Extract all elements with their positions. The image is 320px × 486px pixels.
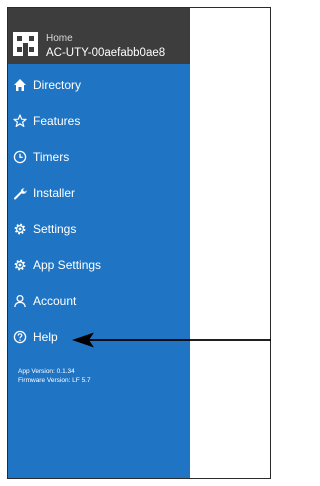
side-menu: Home AC-UTY-00aefabb0ae8 Directory Featu… bbox=[8, 8, 190, 478]
callout-arrow-icon bbox=[72, 332, 271, 348]
menu-item-label: Installer bbox=[33, 186, 76, 200]
menu-item-directory[interactable]: Directory bbox=[8, 70, 190, 100]
wrench-icon bbox=[14, 188, 27, 200]
home-icon bbox=[14, 79, 26, 91]
version-info: App Version: 0.1.34 Firmware Version: LF… bbox=[18, 367, 91, 385]
menu-item-app-settings[interactable]: App Settings bbox=[8, 250, 190, 280]
menu-item-label: Help bbox=[33, 330, 58, 344]
menu-item-settings[interactable]: Settings bbox=[8, 214, 190, 244]
gear-icon bbox=[14, 223, 26, 235]
menu-item-label: Features bbox=[33, 114, 81, 128]
home-label: Home bbox=[46, 33, 73, 44]
menu-item-timers[interactable]: Timers bbox=[8, 142, 190, 172]
app-window: Home AC-UTY-00aefabb0ae8 Directory Featu… bbox=[7, 7, 271, 479]
device-header[interactable]: Home AC-UTY-00aefabb0ae8 bbox=[8, 8, 190, 64]
clock-icon bbox=[13, 150, 27, 164]
menu-item-label: Account bbox=[33, 294, 77, 308]
menu-item-label: Timers bbox=[33, 150, 70, 164]
device-name: AC-UTY-00aefabb0ae8 bbox=[46, 47, 166, 59]
menu-item-account[interactable]: Account bbox=[8, 286, 190, 316]
menu-item-features[interactable]: Features bbox=[8, 106, 190, 136]
firmware-version: Firmware Version: LF 5.7 bbox=[18, 377, 91, 384]
menu-item-label: Settings bbox=[33, 222, 77, 236]
device-icon bbox=[13, 32, 38, 56]
menu-item-label: App Settings bbox=[33, 258, 102, 272]
help-icon bbox=[13, 330, 27, 344]
menu-item-label: Directory bbox=[33, 78, 82, 92]
gear-icon bbox=[14, 259, 26, 271]
app-version: App Version: 0.1.34 bbox=[18, 368, 75, 375]
menu-item-installer[interactable]: Installer bbox=[8, 178, 190, 208]
user-icon bbox=[14, 294, 26, 308]
star-icon bbox=[13, 114, 27, 127]
